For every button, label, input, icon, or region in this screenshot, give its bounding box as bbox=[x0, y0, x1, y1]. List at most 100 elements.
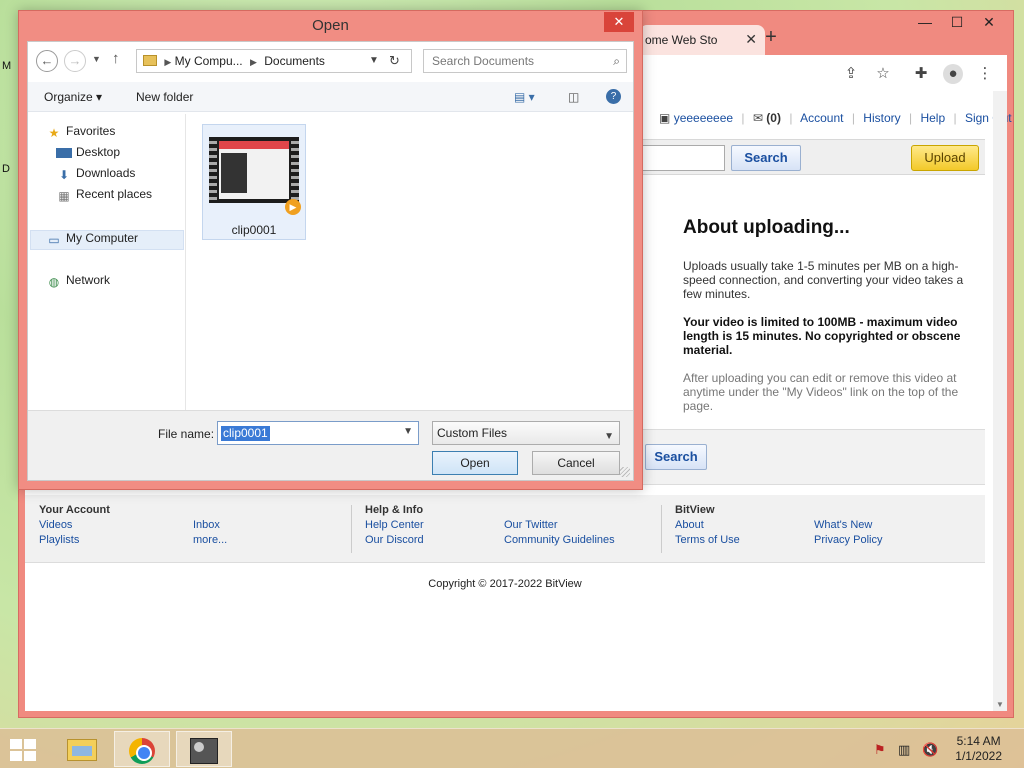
profile-icon[interactable]: ● bbox=[943, 64, 963, 84]
start-button[interactable] bbox=[10, 739, 36, 761]
system-clock[interactable]: 5:14 AM 1/1/2022 bbox=[955, 734, 1002, 764]
scroll-down-icon[interactable]: ▼ bbox=[996, 700, 1004, 709]
about-text-1: Uploads usually take 1-5 minutes per MB … bbox=[683, 259, 964, 301]
file-type-select[interactable]: Custom Files ▼ bbox=[432, 421, 620, 445]
resize-grip[interactable] bbox=[620, 467, 630, 477]
breadcrumb-root[interactable]: My Compu... bbox=[175, 54, 243, 68]
dialog-close-button[interactable]: ✕ bbox=[604, 12, 634, 32]
maximize-button[interactable]: ☐ bbox=[941, 11, 973, 33]
footer-link-privacy[interactable]: Privacy Policy bbox=[814, 533, 882, 548]
account-link[interactable]: Account bbox=[800, 111, 843, 125]
tab-title: ome Web Sto bbox=[645, 33, 718, 47]
view-options-icon[interactable]: ▤ ▾ bbox=[514, 90, 535, 104]
mail-icon[interactable]: ✉ bbox=[753, 111, 763, 125]
help-icon[interactable]: ? bbox=[606, 89, 621, 104]
history-link[interactable]: History bbox=[863, 111, 900, 125]
page-scrollbar[interactable]: ▼ bbox=[993, 91, 1007, 711]
footer-link-twitter[interactable]: Our Twitter bbox=[504, 518, 615, 533]
footer-account-col2: Inbox more... bbox=[193, 518, 227, 548]
footer-link-playlists[interactable]: Playlists bbox=[39, 533, 110, 548]
desktop-icon-label: M bbox=[2, 60, 12, 72]
breadcrumb-current[interactable]: Documents bbox=[264, 54, 325, 68]
search-icon: ⌕ bbox=[613, 54, 620, 68]
nav-item-recent-places[interactable]: ▦ Recent places bbox=[56, 187, 152, 203]
footer-link-discord[interactable]: Our Discord bbox=[365, 533, 424, 548]
footer-link-guidelines[interactable]: Community Guidelines bbox=[504, 533, 615, 548]
preview-pane-icon[interactable]: ◫ bbox=[568, 90, 579, 104]
taskbar: ⚑ ▥ 🔇 5:14 AM 1/1/2022 bbox=[0, 728, 1024, 768]
taskbar-app[interactable] bbox=[176, 731, 232, 767]
cancel-button[interactable]: Cancel bbox=[532, 451, 620, 475]
inbox-count[interactable]: (0) bbox=[766, 111, 781, 125]
footer-account-col: Your Account Videos Playlists bbox=[39, 503, 110, 548]
username-link[interactable]: yeeeeeeee bbox=[674, 111, 733, 125]
copyright-text: Copyright © 2017-2022 BitView bbox=[428, 578, 582, 590]
help-link[interactable]: Help bbox=[920, 111, 945, 125]
camera-icon bbox=[190, 737, 218, 764]
chevron-down-icon[interactable]: ▼ bbox=[604, 426, 614, 448]
user-icon: ▣ bbox=[659, 111, 671, 125]
downloads-icon: ⬇ bbox=[58, 168, 70, 182]
footer-help-col: Help & Info Help Center Our Discord bbox=[365, 503, 424, 548]
upload-button[interactable]: Upload bbox=[911, 145, 979, 171]
file-item[interactable]: ▶ clip0001 bbox=[202, 124, 306, 240]
up-arrow-icon[interactable]: ↑ bbox=[112, 50, 120, 67]
new-tab-button[interactable]: + bbox=[757, 25, 785, 51]
address-dropdown-icon[interactable]: ▼ bbox=[369, 50, 379, 72]
lower-search-button[interactable]: Search bbox=[645, 444, 707, 470]
menu-icon[interactable]: ⋮ bbox=[975, 64, 995, 84]
open-button[interactable]: Open bbox=[432, 451, 518, 475]
extensions-icon[interactable]: ✚ bbox=[911, 64, 931, 84]
lower-search-bar: Search bbox=[625, 429, 985, 485]
footer-help-col2: Our Twitter Community Guidelines bbox=[504, 518, 615, 548]
file-name: clip0001 bbox=[231, 223, 277, 237]
dialog-title: Open bbox=[312, 17, 349, 34]
footer-link-about[interactable]: About bbox=[675, 518, 740, 533]
tab-close-icon[interactable]: ✕ bbox=[745, 31, 757, 48]
video-file-icon bbox=[209, 137, 299, 203]
search-documents-input[interactable]: Search Documents ⌕ bbox=[423, 49, 627, 73]
footer-link-terms[interactable]: Terms of Use bbox=[675, 533, 740, 548]
chevron-down-icon[interactable]: ▼ bbox=[403, 426, 413, 437]
refresh-icon[interactable]: ↻ bbox=[389, 50, 400, 72]
command-bar: Organize ▾ New folder ▤ ▾ ◫ ? bbox=[28, 82, 633, 112]
star-icon[interactable]: ☆ bbox=[873, 64, 893, 84]
file-name-value[interactable]: clip0001 bbox=[221, 426, 270, 441]
clock-time: 5:14 AM bbox=[956, 734, 1001, 748]
nav-item-network[interactable]: ◍ Network bbox=[46, 273, 110, 289]
address-bar[interactable]: ▶ My Compu... ▶ Documents ▼ ↻ bbox=[136, 49, 412, 73]
close-button[interactable]: ✕ bbox=[973, 11, 1005, 33]
nav-item-favorites[interactable]: ★ Favorites bbox=[46, 124, 116, 140]
taskbar-file-explorer[interactable] bbox=[54, 731, 110, 767]
user-bar: ▣ yeeeeeeee | ✉ (0) | Account | History … bbox=[659, 111, 1012, 125]
share-icon[interactable]: ⇪ bbox=[841, 64, 861, 84]
file-name-field[interactable]: clip0001 ▼ bbox=[217, 421, 419, 445]
about-uploading-panel: About uploading... Uploads usually take … bbox=[683, 217, 973, 427]
dialog-bottom-area: File name: clip0001 ▼ Custom Files ▼ Ope… bbox=[28, 410, 633, 480]
back-arrow-icon[interactable]: ← bbox=[36, 50, 58, 72]
recent-locations-chevron-icon[interactable]: ▼ bbox=[92, 54, 101, 64]
footer-link-videos[interactable]: Videos bbox=[39, 518, 110, 533]
nav-item-desktop[interactable]: Desktop bbox=[56, 145, 120, 159]
address-row: ← → ▼ ↑ ▶ My Compu... ▶ Documents ▼ ↻ Se… bbox=[28, 42, 633, 78]
forward-arrow-icon[interactable]: → bbox=[64, 50, 86, 72]
footer-link-more[interactable]: more... bbox=[193, 533, 227, 548]
footer-link-whats-new[interactable]: What's New bbox=[814, 518, 882, 533]
search-button[interactable]: Search bbox=[731, 145, 801, 171]
desktop-icon-label: D bbox=[2, 163, 10, 175]
browser-tab[interactable]: ome Web Sto ✕ bbox=[639, 25, 765, 55]
footer-link-help-center[interactable]: Help Center bbox=[365, 518, 424, 533]
footer-bitview-col: BitView About Terms of Use bbox=[675, 503, 740, 548]
dialog-body: ← → ▼ ↑ ▶ My Compu... ▶ Documents ▼ ↻ Se… bbox=[27, 41, 634, 481]
organize-button[interactable]: Organize ▾ bbox=[44, 90, 102, 104]
nav-item-downloads[interactable]: ⬇ Downloads bbox=[56, 166, 135, 182]
minimize-button[interactable]: — bbox=[909, 11, 941, 33]
new-folder-button[interactable]: New folder bbox=[136, 90, 193, 104]
footer-link-inbox[interactable]: Inbox bbox=[193, 518, 227, 533]
volume-muted-icon[interactable]: 🔇 bbox=[922, 742, 938, 758]
about-text-2: Your video is limited to 100MB - maximum… bbox=[683, 315, 961, 357]
taskbar-chrome[interactable] bbox=[114, 731, 170, 767]
nav-item-my-computer[interactable]: ▭ My Computer bbox=[46, 231, 138, 247]
action-center-icon[interactable]: ⚑ bbox=[874, 742, 886, 758]
network-icon[interactable]: ▥ bbox=[898, 742, 910, 758]
